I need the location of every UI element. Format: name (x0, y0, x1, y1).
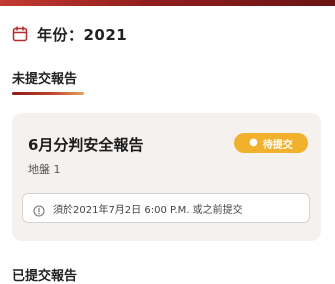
deadline-notice: 須於2021年7月2日 6:00 P.M. 或之前提交 (22, 193, 310, 223)
report-title: 6月分判安全報告 (28, 136, 144, 154)
pending-heading-underline (12, 92, 84, 95)
submitted-reports-heading: 已提交報告 (12, 269, 78, 284)
top-accent-bar (0, 0, 335, 6)
status-badge: ● 待提交 (234, 133, 308, 153)
year-selector[interactable]: 年份：2021 (12, 22, 127, 46)
info-icon (33, 202, 45, 217)
deadline-text: 須於2021年7月2日 6:00 P.M. 或之前提交 (53, 204, 243, 216)
status-badge-label: 待提交 (262, 139, 293, 151)
calendar-icon (12, 26, 28, 42)
year-label: 年份：2021 (37, 25, 128, 44)
status-dot-icon: ● (249, 137, 258, 148)
pending-reports-heading: 未提交報告 (12, 72, 78, 87)
site-label: 地盤 1 (28, 163, 61, 176)
report-card[interactable]: 6月分判安全報告 ● 待提交 地盤 1 須於2021年7月2日 6:00 P.M… (12, 113, 321, 241)
